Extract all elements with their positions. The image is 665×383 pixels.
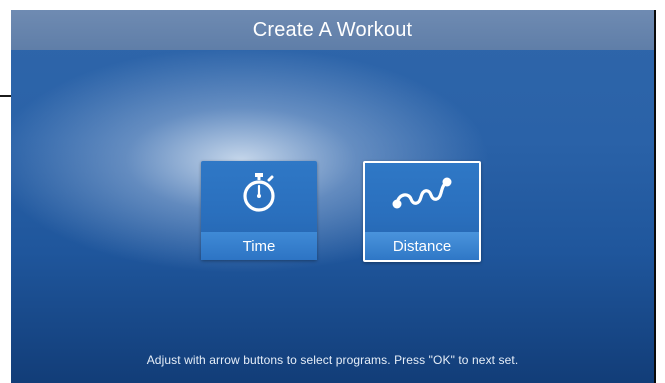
distance-label: Distance <box>392 237 452 255</box>
route-icon <box>365 173 479 213</box>
footer-hint: Adjust with arrow buttons to select prog… <box>146 353 519 367</box>
distance-label-bar: Distance <box>365 232 479 260</box>
top-margin <box>0 0 665 10</box>
workout-screen: Create A Workout Time Distance Adjust wi… <box>11 10 656 383</box>
time-label: Time <box>242 237 276 255</box>
page-title: Create A Workout <box>252 18 413 41</box>
distance-tile-button[interactable]: Distance <box>363 161 481 262</box>
time-tile-button[interactable]: Time <box>201 161 317 260</box>
time-label-bar: Time <box>201 232 317 260</box>
title-bar: Create A Workout <box>11 10 654 50</box>
stopwatch-icon <box>201 171 317 215</box>
